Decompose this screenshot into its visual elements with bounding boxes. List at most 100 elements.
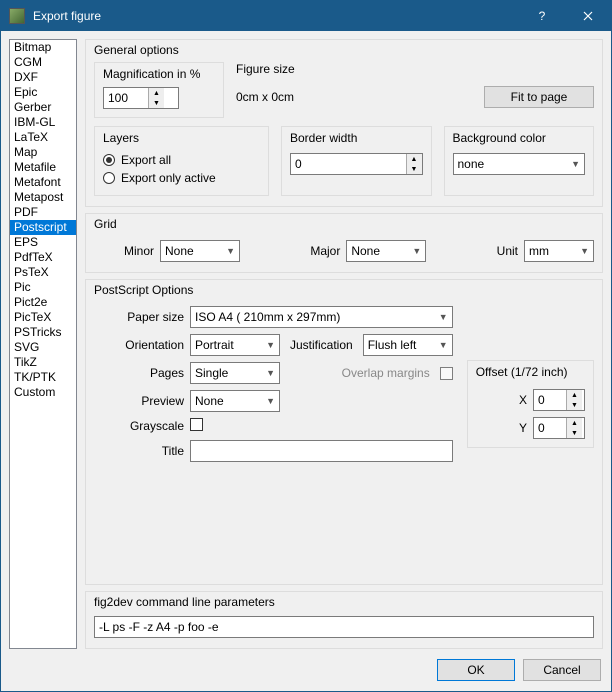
format-item-pdftex[interactable]: PdfTeX [10,250,76,265]
grid-unit-value: mm [529,244,549,258]
general-options-group: General options Magnification in % ▲▼ Fi… [85,39,603,207]
format-item-postscript[interactable]: Postscript [10,220,76,235]
format-item-latex[interactable]: LaTeX [10,130,76,145]
chevron-down-icon: ▼ [439,340,448,350]
format-item-epic[interactable]: Epic [10,85,76,100]
justification-value: Flush left [368,338,417,352]
grid-title: Grid [94,217,594,231]
format-item-pdf[interactable]: PDF [10,205,76,220]
title-label: Title [94,444,184,458]
figure-size-label: Figure size [236,62,594,76]
grid-minor-value: None [165,244,194,258]
commandline-title: fig2dev command line parameters [94,595,594,609]
window-title: Export figure [33,9,519,23]
general-options-title: General options [94,43,594,57]
chevron-down-icon: ▼ [226,246,235,256]
chevron-down-icon: ▼ [580,246,589,256]
paper-size-combo[interactable]: ISO A4 ( 210mm x 297mm)▼ [190,306,453,328]
grid-minor-combo[interactable]: None ▼ [160,240,240,262]
format-list[interactable]: BitmapCGMDXFEpicGerberIBM-GLLaTeXMapMeta… [9,39,77,649]
chevron-down-icon: ▼ [266,340,275,350]
format-item-pictex[interactable]: PicTeX [10,310,76,325]
format-item-metapost[interactable]: Metapost [10,190,76,205]
justification-combo[interactable]: Flush left ▼ [363,334,453,356]
pages-combo[interactable]: Single▼ [190,362,280,384]
spinner-up-icon[interactable]: ▲ [567,418,582,428]
export-all-radio[interactable]: Export all [103,151,260,169]
spinner-up-icon[interactable]: ▲ [567,390,582,400]
format-item-dxf[interactable]: DXF [10,70,76,85]
border-width-input[interactable] [291,154,406,174]
background-color-combo[interactable]: none ▼ [453,153,586,175]
format-item-tk-ptk[interactable]: TK/PTK [10,370,76,385]
spinner-down-icon[interactable]: ▼ [567,400,582,410]
spinner-up-icon[interactable]: ▲ [149,88,164,98]
fit-to-page-button[interactable]: Fit to page [484,86,594,108]
export-active-label: Export only active [121,171,216,185]
layers-subgroup: Layers Export all Export only active [94,126,269,196]
offset-label: Offset (1/72 inch) [476,365,585,379]
grayscale-checkbox[interactable] [190,418,203,431]
spinner-down-icon[interactable]: ▼ [407,164,422,174]
format-item-custom[interactable]: Custom [10,385,76,400]
background-color-value: none [458,157,485,171]
format-item-metafile[interactable]: Metafile [10,160,76,175]
titlebar: Export figure ? [1,1,611,31]
format-item-tikz[interactable]: TikZ [10,355,76,370]
grid-group: Grid Minor None▼ Major None▼ Unit mm▼ [85,213,603,273]
format-item-cgm[interactable]: CGM [10,55,76,70]
offset-y-spinner[interactable]: ▲▼ [533,417,585,439]
format-item-bitmap[interactable]: Bitmap [10,40,76,55]
format-item-gerber[interactable]: Gerber [10,100,76,115]
help-button[interactable]: ? [519,1,565,31]
postscript-options-group: PostScript Options Paper size ISO A4 ( 2… [85,279,603,585]
magnification-spinner[interactable]: ▲▼ [103,87,179,109]
title-input[interactable] [190,440,453,462]
commandline-group: fig2dev command line parameters [85,591,603,649]
background-color-label: Background color [453,131,586,145]
border-width-subgroup: Border width ▲▼ [281,126,432,196]
format-item-ibm-gl[interactable]: IBM-GL [10,115,76,130]
pages-label: Pages [94,366,184,380]
overlap-margins-label: Overlap margins [290,366,430,380]
orientation-label: Orientation [94,338,184,352]
export-active-radio[interactable]: Export only active [103,169,260,187]
orientation-combo[interactable]: Portrait▼ [190,334,280,356]
close-button[interactable] [565,1,611,31]
format-item-pict2e[interactable]: Pict2e [10,295,76,310]
border-width-spinner[interactable]: ▲▼ [290,153,423,175]
grid-major-combo[interactable]: None▼ [346,240,426,262]
paper-size-label: Paper size [94,310,184,324]
format-item-metafont[interactable]: Metafont [10,175,76,190]
grid-major-label: Major [310,244,340,258]
preview-combo[interactable]: None▼ [190,390,280,412]
overlap-margins-checkbox [440,367,453,380]
offset-y-label: Y [519,421,527,435]
format-item-pic[interactable]: Pic [10,280,76,295]
offset-x-spinner[interactable]: ▲▼ [533,389,585,411]
magnification-label: Magnification in % [103,67,215,81]
format-item-map[interactable]: Map [10,145,76,160]
offset-x-input[interactable] [534,390,566,410]
ok-button[interactable]: OK [437,659,515,681]
grid-unit-combo[interactable]: mm ▼ [524,240,594,262]
cancel-button[interactable]: Cancel [523,659,601,681]
chevron-down-icon: ▼ [571,159,580,169]
format-item-eps[interactable]: EPS [10,235,76,250]
spinner-up-icon[interactable]: ▲ [407,154,422,164]
justification-label: Justification [290,338,353,352]
spinner-down-icon[interactable]: ▼ [149,98,164,108]
pages-value: Single [195,366,228,380]
offset-y-input[interactable] [534,418,566,438]
commandline-input[interactable] [94,616,594,638]
background-color-subgroup: Background color none ▼ [444,126,595,196]
spinner-down-icon[interactable]: ▼ [567,428,582,438]
format-item-pstricks[interactable]: PSTricks [10,325,76,340]
magnification-input[interactable] [104,88,148,108]
offset-x-label: X [519,393,527,407]
format-item-svg[interactable]: SVG [10,340,76,355]
grayscale-label: Grayscale [94,419,184,433]
magnification-subgroup: Magnification in % ▲▼ [94,62,224,118]
format-item-pstex[interactable]: PsTeX [10,265,76,280]
offset-subgroup: Offset (1/72 inch) X ▲▼ Y ▲▼ [467,360,594,448]
